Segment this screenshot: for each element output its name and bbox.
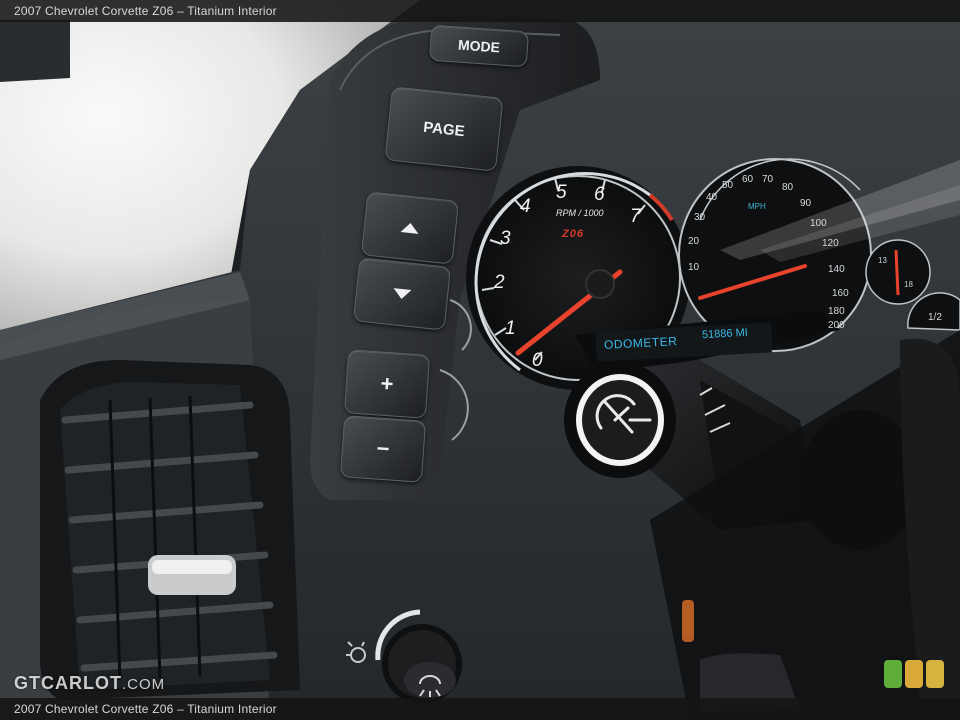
plus-button[interactable]: +: [343, 349, 431, 419]
speed-number: 20: [688, 236, 700, 247]
caption-top: 2007 Chevrolet Corvette Z06 – Titanium I…: [0, 0, 960, 22]
tach-number: 3: [500, 228, 511, 249]
speed-number: 160: [832, 288, 849, 299]
tach-unit-label: RPM / 1000: [556, 208, 604, 218]
temp-gauge-high: 18: [904, 280, 913, 289]
speed-number: 200: [828, 320, 845, 331]
tach-number: 4: [520, 196, 531, 217]
triangle-up-icon: [400, 222, 420, 234]
speed-number: 70: [762, 174, 774, 185]
speed-number: 100: [810, 218, 827, 229]
tach-number: 1: [505, 318, 516, 339]
page-button-label: PAGE: [422, 118, 466, 140]
scroll-down-button[interactable]: [352, 257, 452, 331]
air-vent[interactable]: [40, 360, 300, 700]
page-button[interactable]: PAGE: [384, 86, 504, 172]
temperature-gauge: [865, 239, 931, 305]
rating-block: [905, 660, 923, 688]
speed-number: 10: [688, 262, 700, 273]
temp-gauge-low: 13: [878, 256, 887, 265]
fuel-gauge-label: 1/2: [928, 312, 942, 323]
tach-number: 7: [630, 206, 641, 227]
minus-button[interactable]: −: [339, 415, 427, 483]
scroll-up-button[interactable]: [360, 191, 460, 265]
triangle-down-icon: [392, 288, 412, 300]
mode-button-label: MODE: [457, 36, 501, 56]
rating-indicator: [884, 660, 946, 688]
speed-number: 120: [822, 238, 839, 249]
tach-number: 2: [494, 272, 505, 293]
speed-number: 40: [706, 192, 718, 203]
caption-bottom: 2007 Chevrolet Corvette Z06 – Titanium I…: [0, 698, 960, 720]
watermark-domain: .COM: [121, 676, 166, 693]
mirror-edge: [0, 20, 70, 82]
rating-block: [926, 660, 944, 688]
speed-number: 30: [694, 212, 706, 223]
odometer-value: 51886 MI: [701, 326, 749, 342]
tach-number: 6: [594, 184, 605, 205]
tach-number: 5: [556, 182, 567, 203]
speed-number: 140: [828, 264, 845, 275]
z06-badge: Z06: [562, 228, 584, 240]
tach-number: 0: [532, 350, 543, 371]
watermark: GTCARLOT.COM: [14, 673, 165, 694]
mode-button[interactable]: MODE: [428, 24, 530, 68]
speed-unit-label: MPH: [748, 202, 766, 211]
speed-number: 90: [800, 198, 812, 209]
rating-block: [884, 660, 902, 688]
minus-label: −: [375, 435, 391, 462]
plus-label: +: [379, 370, 395, 397]
speed-number: 80: [782, 182, 794, 193]
speed-number: 180: [828, 306, 845, 317]
watermark-brand: GTCARLOT: [14, 673, 122, 693]
speed-number: 50: [722, 180, 734, 191]
speed-number: 60: [742, 174, 754, 185]
